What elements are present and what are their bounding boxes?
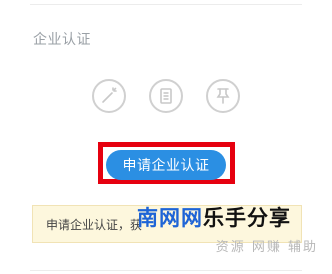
watermark-title: 南网网乐手分享 [137,202,291,232]
document-icon[interactable] [149,79,183,113]
section-title: 企业认证 [33,32,91,48]
pin-icon[interactable] [206,79,240,113]
tip-text: 申请企业认证，获 [46,218,143,232]
watermark-blue-text: 南网网 [137,206,203,230]
magic-wand-icon[interactable] [92,79,126,113]
top-divider [30,4,302,5]
bottom-divider [30,270,302,271]
apply-enterprise-certification-button[interactable]: 申请企业认证 [106,150,226,180]
watermark: 南网网乐手分享 资源 网赚 辅助 [137,202,332,258]
watermark-black-text: 乐手分享 [203,206,291,230]
watermark-subtitle: 资源 网赚 辅助 [215,240,318,255]
certification-icons [92,79,244,117]
